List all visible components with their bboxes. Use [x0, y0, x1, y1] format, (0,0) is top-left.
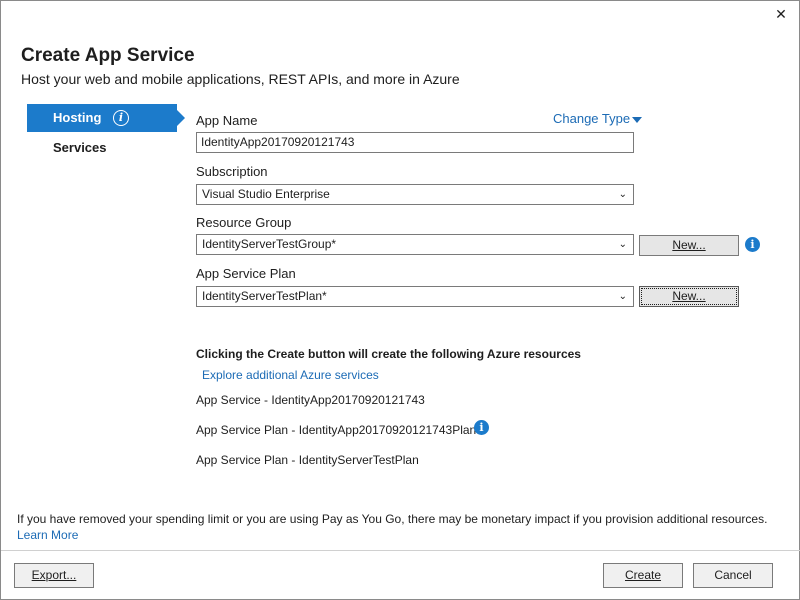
create-button[interactable]: Create — [603, 563, 683, 588]
dialog-subtitle: Host your web and mobile applications, R… — [21, 71, 460, 87]
resource-item-app-service: App Service - IdentityApp20170920121743 — [196, 393, 425, 407]
subscription-select[interactable]: Visual Studio Enterprise ⌄ — [196, 184, 634, 205]
footer-divider — [1, 550, 800, 551]
subscription-value: Visual Studio Enterprise — [202, 187, 330, 201]
close-button[interactable]: ✕ — [771, 5, 791, 23]
resource-group-value: IdentityServerTestGroup* — [202, 237, 337, 251]
dialog-title: Create App Service — [21, 45, 195, 66]
export-label: Export... — [31, 568, 77, 582]
chevron-down-icon: ⌄ — [618, 239, 627, 250]
app-service-plan-value: IdentityServerTestPlan* — [202, 289, 327, 303]
cancel-button[interactable]: Cancel — [693, 563, 773, 588]
resource-group-select[interactable]: IdentityServerTestGroup* ⌄ — [196, 234, 634, 255]
info-icon: i — [113, 109, 130, 126]
nav-item-label: Services — [53, 140, 107, 155]
create-app-service-dialog: ✕ Create App Service Host your web and m… — [0, 0, 800, 600]
app-service-plan-info-icon[interactable]: i — [474, 420, 489, 435]
change-type-label: Change Type — [553, 111, 631, 126]
resource-group-info-icon[interactable]: i — [745, 237, 760, 252]
app-service-plan-label: App Service Plan — [196, 266, 296, 281]
chevron-down-icon: ⌄ — [618, 291, 627, 302]
spending-limit-note: If you have removed your spending limit … — [17, 512, 768, 526]
resources-heading: Clicking the Create button will create t… — [196, 347, 581, 361]
new-app-service-plan-button[interactable]: New... — [639, 286, 739, 307]
explore-services-link[interactable]: Explore additional Azure services — [202, 368, 379, 382]
create-label: Create — [624, 568, 662, 582]
resource-group-label: Resource Group — [196, 215, 292, 230]
new-app-service-plan-label: New... — [672, 289, 706, 303]
resource-item-existing-plan: App Service Plan - IdentityServerTestPla… — [196, 453, 419, 467]
chevron-down-icon: ⌄ — [618, 189, 627, 200]
app-name-input[interactable]: IdentityApp20170920121743 — [196, 132, 634, 153]
resource-item-app-service-plan: App Service Plan - IdentityApp2017092012… — [196, 423, 477, 437]
app-name-label: App Name — [196, 113, 258, 128]
export-button[interactable]: Export... — [14, 563, 94, 588]
caret-down-icon — [632, 116, 643, 123]
nav-item-label: Hosting — [53, 110, 102, 125]
new-resource-group-button[interactable]: New... — [639, 235, 739, 256]
app-service-plan-select[interactable]: IdentityServerTestPlan* ⌄ — [196, 286, 634, 307]
new-resource-group-label: New... — [672, 238, 706, 252]
change-type-link[interactable]: Change Type — [553, 111, 643, 126]
subscription-label: Subscription — [196, 164, 268, 179]
nav-item-hosting[interactable]: Hosting i — [27, 104, 185, 132]
learn-more-link[interactable]: Learn More — [17, 528, 78, 542]
nav-item-services[interactable]: Services — [27, 134, 177, 162]
